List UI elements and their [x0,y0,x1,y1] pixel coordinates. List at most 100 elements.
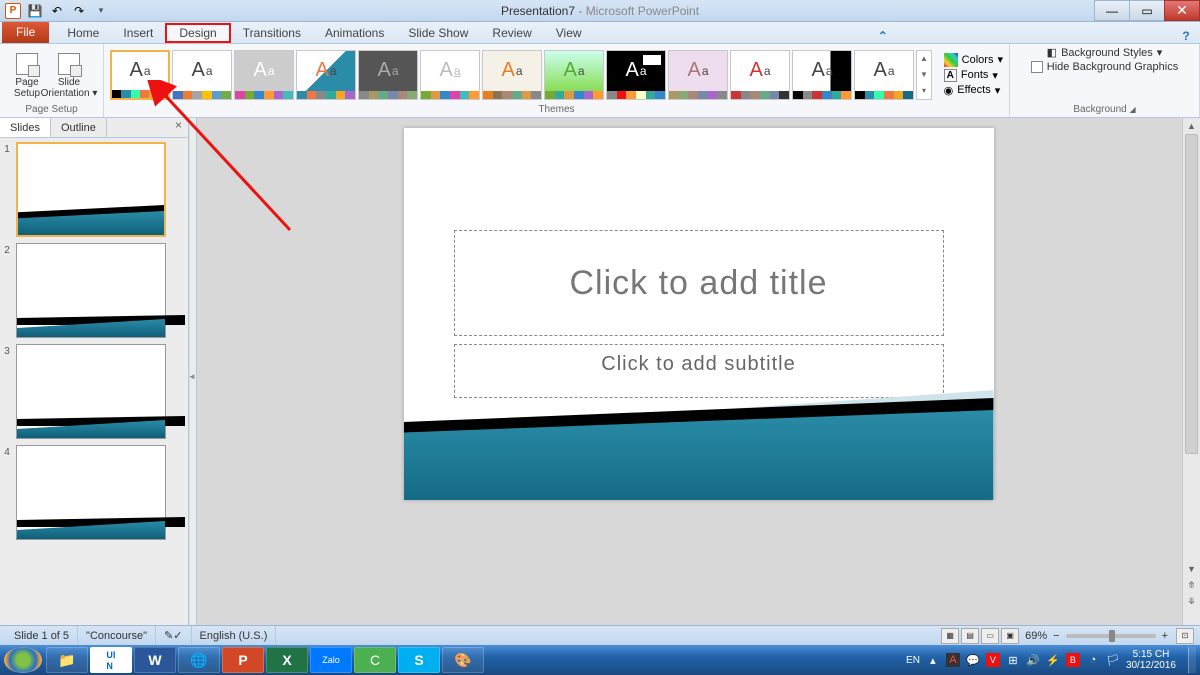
view-normal-button[interactable]: ▦ [941,628,959,644]
status-language[interactable]: English (U.S.) [192,626,277,645]
title-placeholder[interactable]: Click to add title [454,230,944,336]
themes-expand-button[interactable]: ▲▼▾ [916,50,932,100]
slide-canvas[interactable]: Click to add title Click to add subtitle [404,128,994,500]
tab-slideshow[interactable]: Slide Show [396,23,480,43]
statusbar: Slide 1 of 5 "Concourse" ✎✓ English (U.S… [0,625,1200,645]
tray-icon[interactable]: ⊞ [1006,653,1020,667]
taskbar-coccoc-icon[interactable]: C [354,647,396,673]
theme-item[interactable]: Aa [792,50,852,100]
pane-tab-outline[interactable]: Outline [51,118,107,137]
theme-item[interactable]: Aa [606,50,666,100]
maximize-button[interactable]: ▭ [1129,0,1165,21]
status-right: ▦ ▤ ▭ ▣ 69% − + ⊡ [941,628,1194,644]
qat-undo-icon[interactable]: ↶ [48,2,66,20]
slide-thumbnail[interactable] [16,344,166,439]
tab-transitions[interactable]: Transitions [231,23,313,43]
tab-design[interactable]: Design [165,23,230,43]
qat-save-icon[interactable]: 💾 [26,2,44,20]
zoom-out-button[interactable]: − [1053,630,1059,642]
tab-insert[interactable]: Insert [111,23,165,43]
tray-icon[interactable]: ◔ [1086,653,1100,667]
theme-item[interactable]: Aa [358,50,418,100]
minimize-button[interactable]: — [1094,0,1130,21]
zoom-level[interactable]: 69% [1021,630,1051,642]
tray-expand-icon[interactable]: ▴ [926,653,940,667]
thumbnails-list[interactable]: 1 2 3 4 [0,138,188,625]
ribbon-minimize-icon[interactable]: ⌃ [877,29,897,43]
status-spellcheck-icon[interactable]: ✎✓ [156,626,191,645]
fit-to-window-button[interactable]: ⊡ [1176,628,1194,644]
theme-item[interactable]: Aa [172,50,232,100]
close-button[interactable]: ✕ [1164,0,1200,21]
theme-item[interactable]: Aa [668,50,728,100]
pane-close-icon[interactable]: × [169,118,188,137]
tray-unikey-icon[interactable]: V [986,653,1000,667]
hide-bg-checkbox[interactable]: Hide Background Graphics [1031,61,1178,73]
qat-redo-icon[interactable]: ↷ [70,2,88,20]
tray-volume-icon[interactable]: 🔊 [1026,653,1040,667]
zoom-slider[interactable] [1066,634,1156,638]
slide-thumbnail[interactable] [16,445,166,540]
theme-item[interactable]: Aa [110,50,170,100]
theme-fonts-button[interactable]: AFonts ▾ [944,69,1003,82]
show-desktop-button[interactable] [1188,647,1196,673]
tray-chat-icon[interactable]: 💬 [966,653,980,667]
pane-tab-slides[interactable]: Slides [0,118,51,137]
tray-flag-icon[interactable]: 🏳 [1106,653,1120,667]
tab-file[interactable]: File [2,21,49,43]
taskbar-unikey-icon[interactable]: UⅠN [90,647,132,673]
tab-home[interactable]: Home [55,23,111,43]
theme-item[interactable]: Aa [420,50,480,100]
tab-view[interactable]: View [544,23,594,43]
theme-item[interactable]: Aa [234,50,294,100]
theme-item[interactable]: Aa [544,50,604,100]
view-sorter-button[interactable]: ▤ [961,628,979,644]
tray-clock[interactable]: 5:15 CH 30/12/2016 [1126,649,1182,671]
theme-effects-button[interactable]: ◉Effects ▾ [944,84,1003,97]
tray-lang[interactable]: EN [906,655,920,666]
tray-adobe-icon[interactable]: A [946,653,960,667]
view-reading-button[interactable]: ▭ [981,628,999,644]
scroll-down-icon[interactable]: ▼ [1183,561,1200,577]
theme-item[interactable]: Aa [296,50,356,100]
view-slideshow-button[interactable]: ▣ [1001,628,1019,644]
taskbar-word-icon[interactable]: W [134,647,176,673]
slide-thumbnail[interactable] [16,243,166,338]
subtitle-placeholder-text: Click to add subtitle [601,353,795,376]
subtitle-placeholder[interactable]: Click to add subtitle [454,344,944,398]
taskbar-paint-icon[interactable]: 🎨 [442,647,484,673]
status-slide-number[interactable]: Slide 1 of 5 [6,626,78,645]
prev-slide-icon[interactable]: ⤊ [1183,577,1200,593]
window-title: Presentation7 - Microsoft PowerPoint [501,4,699,18]
app-icon[interactable]: P [4,2,22,20]
doc-name: Presentation7 [501,4,575,18]
taskbar-explorer-icon[interactable]: 📁 [46,647,88,673]
qat-customize-icon[interactable]: ▾ [92,2,110,20]
start-button[interactable] [4,647,42,673]
pane-tabs: Slides Outline × [0,118,188,138]
help-icon[interactable]: ? [1180,29,1200,43]
taskbar-excel-icon[interactable]: X [266,647,308,673]
slide-orientation-button[interactable]: Slide Orientation ▾ [48,51,90,99]
scroll-thumb[interactable] [1185,134,1198,454]
taskbar-chrome-icon[interactable]: 🌐 [178,647,220,673]
taskbar-skype-icon[interactable]: S [398,647,440,673]
theme-item[interactable]: Aa [730,50,790,100]
tab-animations[interactable]: Animations [313,23,396,43]
background-styles-button[interactable]: ◧Background Styles ▾ [1047,46,1163,59]
next-slide-icon[interactable]: ⤋ [1183,593,1200,609]
theme-colors-button[interactable]: Colors ▾ [944,53,1003,67]
pane-splitter[interactable] [189,118,197,625]
theme-item[interactable]: Aa [854,50,914,100]
zoom-in-button[interactable]: + [1162,630,1168,642]
vertical-scrollbar[interactable]: ▲ ▼ ⤊ ⤋ [1182,118,1200,625]
theme-item[interactable]: Aa [482,50,542,100]
taskbar-powerpoint-icon[interactable]: P [222,647,264,673]
slide-thumbnail[interactable] [16,142,166,237]
tray-network-icon[interactable]: ⚡ [1046,653,1060,667]
tray-icon[interactable]: B [1066,653,1080,667]
scroll-up-icon[interactable]: ▲ [1183,118,1200,134]
status-theme[interactable]: "Concourse" [78,626,156,645]
tab-review[interactable]: Review [480,23,543,43]
taskbar-zalo-icon[interactable]: Zalo [310,647,352,673]
